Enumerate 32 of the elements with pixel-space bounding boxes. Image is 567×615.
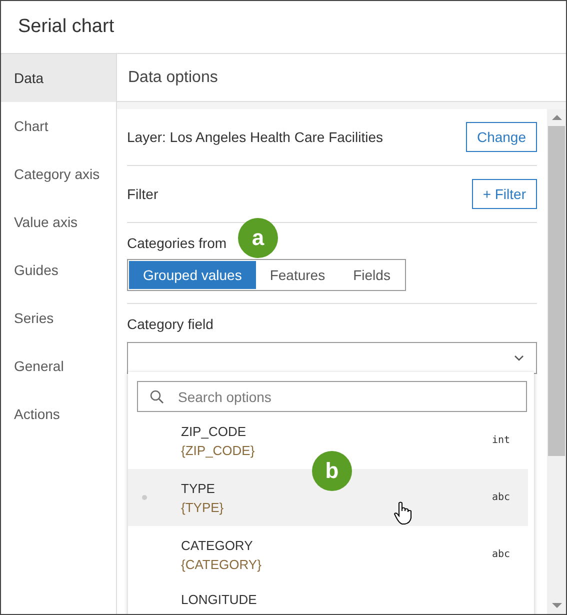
categories-label: Categories from: [127, 235, 227, 251]
sidebar-item[interactable]: Category axis: [1, 150, 116, 198]
segment-option[interactable]: Grouped values: [129, 261, 256, 289]
change-button[interactable]: Change: [466, 122, 537, 152]
field-label: Category field: [127, 316, 214, 332]
field-alias: {CATEGORY}: [181, 556, 262, 572]
sidebar-item[interactable]: Chart: [1, 102, 116, 150]
field-name: LONGITUDE: [181, 592, 257, 607]
layer-label: Layer: Los Angeles Health Care Facilities: [127, 129, 384, 145]
hand-cursor-icon: [393, 501, 413, 525]
field-alias: {ZIP_CODE}: [181, 442, 255, 458]
sidebar-item[interactable]: Data: [1, 54, 116, 102]
field-name: CATEGORY: [181, 538, 253, 552]
scrollbar[interactable]: [547, 109, 566, 614]
dropdown-option[interactable]: LONGITUDE: [128, 583, 528, 614]
sidebar-item[interactable]: Series: [1, 294, 116, 342]
filter-label: Filter: [127, 186, 158, 202]
field-type: int: [492, 435, 510, 446]
field-alias: {TYPE}: [181, 500, 224, 514]
sidebar-item[interactable]: Value axis: [1, 198, 116, 246]
sidebar-item[interactable]: Actions: [1, 390, 116, 438]
chevron-down-icon: [514, 355, 524, 361]
dropdown-option[interactable]: CATEGORY {CATEGORY} abc: [128, 526, 528, 583]
sidebar-item[interactable]: Guides: [1, 246, 116, 294]
bullet-icon: [142, 495, 147, 500]
filter-button[interactable]: + Filter: [472, 179, 537, 209]
field-name: ZIP_CODE: [181, 424, 246, 438]
field-type: abc: [492, 549, 510, 560]
field-type: abc: [492, 492, 510, 503]
field-name: TYPE: [181, 480, 215, 496]
search-field[interactable]: Search options: [137, 381, 527, 412]
sidebar-item[interactable]: General: [1, 342, 116, 390]
